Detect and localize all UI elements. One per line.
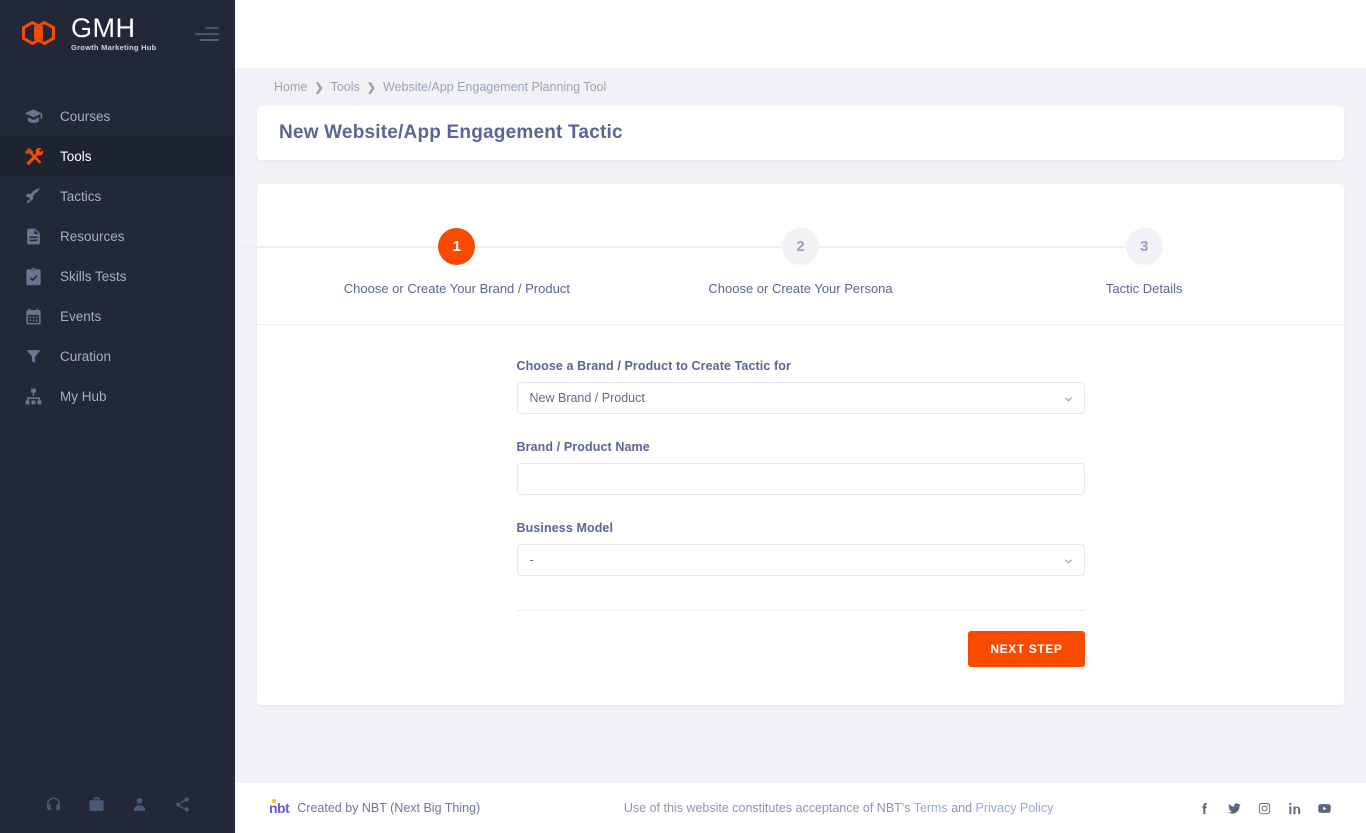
footer-terms-link[interactable]: Terms: [914, 801, 948, 815]
step-label: Tactic Details: [1105, 281, 1183, 296]
wizard-form: Choose a Brand / Product to Create Tacti…: [257, 325, 1344, 705]
footer-legal: Use of this website constitutes acceptan…: [480, 801, 1197, 815]
footer-privacy-link[interactable]: Privacy Policy: [976, 801, 1054, 815]
form-divider: [516, 610, 1085, 611]
chevron-right-icon: ❯: [314, 81, 324, 94]
brand-logo[interactable]: GMH Growth Marketing Hub: [22, 15, 156, 53]
sidebar-item-label: My Hub: [60, 388, 107, 404]
brand-select-field: Choose a Brand / Product to Create Tacti…: [516, 359, 1085, 414]
headphones-icon[interactable]: [45, 796, 62, 818]
sidebar-item-my-hub[interactable]: My Hub: [0, 376, 235, 416]
sidebar-item-resources[interactable]: Resources: [0, 216, 235, 256]
sidebar-item-label: Courses: [60, 108, 111, 124]
graduation-cap-icon: [24, 107, 43, 126]
page-title: New Website/App Engagement Tactic: [279, 122, 623, 143]
brand-subtitle: Growth Marketing Hub: [71, 43, 157, 53]
footer-legal-mid: and: [947, 801, 976, 815]
sidebar: GMH Growth Marketing Hub Courses Tools T…: [0, 0, 235, 833]
brand-name-field: Brand / Product Name: [516, 440, 1085, 495]
page-content: Home ❯ Tools ❯ Website/App Engagement Pl…: [235, 68, 1366, 783]
file-text-icon: [24, 227, 43, 246]
brand-select-label: Choose a Brand / Product to Create Tacti…: [516, 359, 791, 373]
sidebar-header: GMH Growth Marketing Hub: [0, 0, 235, 68]
breadcrumb: Home ❯ Tools ❯ Website/App Engagement Pl…: [257, 68, 1344, 106]
hexagon-pair-icon: [22, 20, 64, 53]
breadcrumb-item-tools[interactable]: Tools: [331, 80, 360, 94]
nbt-logo-icon: nbt: [269, 799, 290, 816]
brand-select-value: New Brand / Product: [529, 391, 645, 405]
top-header-bar: [235, 0, 1366, 68]
sitemap-icon: [24, 387, 43, 406]
business-model-select[interactable]: -: [516, 544, 1085, 576]
breadcrumb-item-home[interactable]: Home: [274, 80, 307, 94]
step-number: 2: [782, 228, 819, 265]
twitter-icon[interactable]: [1227, 801, 1242, 816]
wizard-panel: 1 Choose or Create Your Brand / Product …: [236, 184, 1344, 705]
footer-social-links: [1197, 801, 1332, 816]
sidebar-item-label: Events: [60, 308, 102, 324]
sidebar-item-events[interactable]: Events: [0, 296, 235, 336]
step-connector: [456, 246, 801, 248]
nbt-logo-dot: [272, 799, 276, 803]
step-3[interactable]: 3 Tactic Details: [800, 228, 1316, 296]
instagram-icon[interactable]: [1257, 801, 1272, 816]
next-step-button[interactable]: NEXT STEP: [968, 631, 1085, 667]
step-label: Choose or Create Your Persona: [708, 281, 893, 296]
step-label: Choose or Create Your Brand / Product: [343, 281, 570, 296]
footer-credit: nbt Created by NBT (Next Big Thing): [269, 799, 481, 816]
chevron-down-icon: [1064, 394, 1073, 403]
briefcase-icon[interactable]: [88, 796, 105, 818]
rocket-icon: [24, 187, 43, 206]
page-title-card: New Website/App Engagement Tactic: [257, 106, 1344, 160]
breadcrumb-item-current: Website/App Engagement Planning Tool: [382, 80, 607, 94]
sidebar-item-tools[interactable]: Tools: [0, 136, 235, 176]
chevron-right-icon: ❯: [366, 81, 376, 94]
footer-legal-prefix: Use of this website constitutes acceptan…: [623, 801, 914, 815]
sidebar-item-label: Resources: [60, 228, 125, 244]
brand-name-label: Brand / Product Name: [516, 440, 650, 454]
sidebar-item-tactics[interactable]: Tactics: [0, 176, 235, 216]
sidebar-item-curation[interactable]: Curation: [0, 336, 235, 376]
youtube-icon[interactable]: [1317, 801, 1332, 816]
brand-select[interactable]: New Brand / Product: [516, 382, 1085, 414]
sidebar-item-label: Tactics: [60, 188, 102, 204]
app-root: GMH Growth Marketing Hub Courses Tools T…: [0, 0, 1366, 833]
brand-name-input[interactable]: [516, 463, 1085, 495]
sidebar-item-label: Skills Tests: [60, 268, 127, 284]
tools-icon: [24, 147, 43, 166]
share-icon[interactable]: [174, 796, 191, 818]
brand-title: GMH: [71, 13, 136, 44]
chevron-down-icon: [1064, 556, 1073, 565]
business-model-value: -: [529, 553, 534, 567]
form-actions: NEXT STEP: [517, 631, 1085, 667]
step-number: 1: [438, 228, 476, 265]
sidebar-footer-icons: [0, 781, 235, 833]
sidebar-item-label: Tools: [60, 148, 92, 164]
step-connector: [800, 246, 1145, 248]
footer-created-by: Created by NBT (Next Big Thing): [297, 801, 481, 815]
step-1[interactable]: 1 Choose or Create Your Brand / Product: [236, 228, 629, 296]
step-2[interactable]: 2 Choose or Create Your Persona: [456, 228, 973, 296]
filter-icon: [24, 347, 43, 366]
business-model-label: Business Model: [516, 521, 614, 535]
sidebar-nav: Courses Tools Tactics Resources Skills T…: [0, 96, 235, 416]
main-area: Home ❯ Tools ❯ Website/App Engagement Pl…: [235, 0, 1366, 833]
calendar-icon: [24, 307, 43, 326]
sidebar-item-courses[interactable]: Courses: [0, 96, 235, 136]
hamburger-menu-icon[interactable]: [193, 27, 219, 41]
sidebar-item-label: Curation: [60, 348, 112, 364]
step-number: 3: [1125, 228, 1163, 265]
stepper: 1 Choose or Create Your Brand / Product …: [236, 184, 1344, 325]
sidebar-item-skills-tests[interactable]: Skills Tests: [0, 256, 235, 296]
step-connector: [236, 246, 457, 248]
user-icon[interactable]: [131, 796, 148, 818]
linkedin-icon[interactable]: [1287, 801, 1302, 816]
business-model-field: Business Model -: [516, 521, 1085, 576]
facebook-icon[interactable]: [1197, 801, 1212, 816]
clipboard-check-icon: [24, 267, 43, 286]
page-footer: nbt Created by NBT (Next Big Thing) Use …: [235, 783, 1366, 833]
